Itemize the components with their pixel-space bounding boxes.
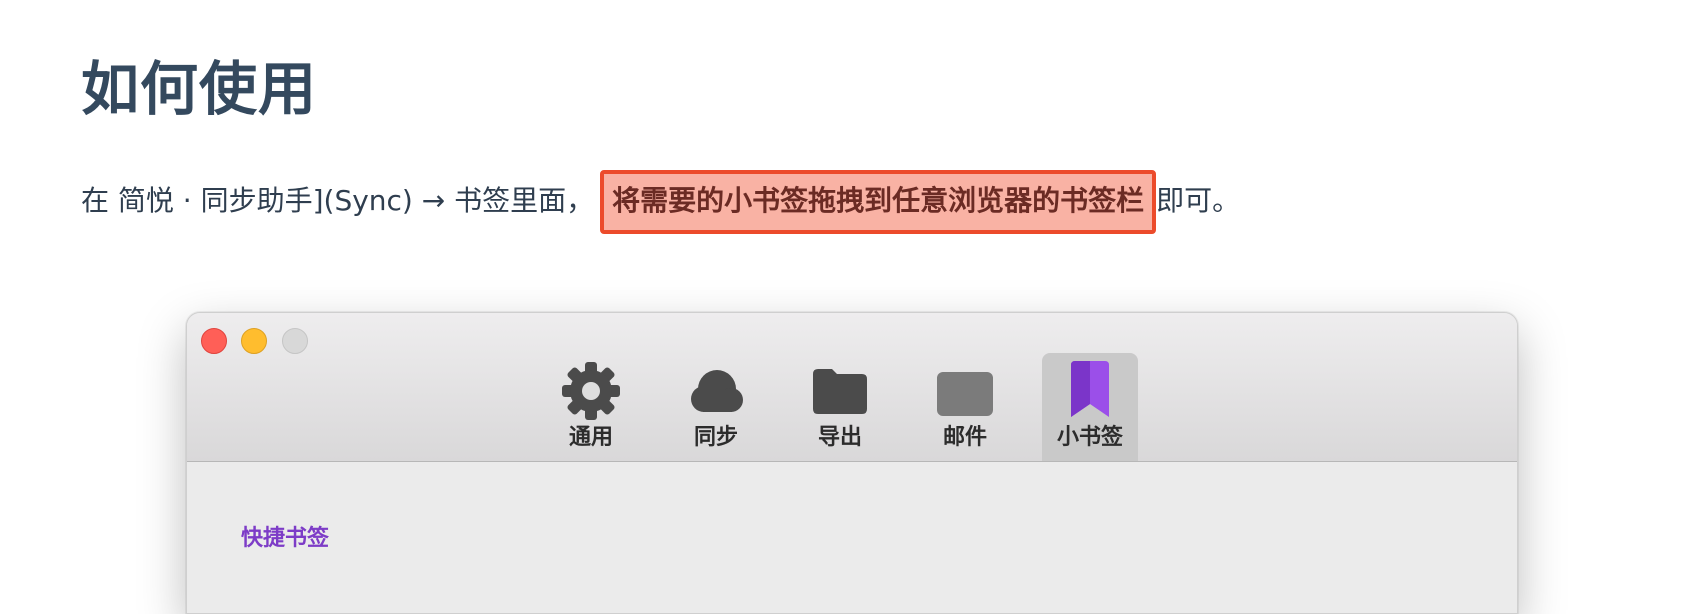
tab-bookmarklet[interactable]: 小书签 (1042, 353, 1138, 461)
tab-general-label: 通用 (568, 425, 613, 450)
minimize-window-button[interactable] (241, 328, 267, 354)
gear-icon (562, 362, 620, 420)
tab-mail-label: 邮件 (942, 425, 987, 450)
quick-bookmarks-label: 快捷书签 (241, 526, 330, 551)
instruction-suffix: 即可。 (1156, 184, 1241, 217)
bookmark-icon (1071, 361, 1109, 417)
preferences-toolbar: 通用 同步 导出 邮件 小书签 (187, 353, 1517, 461)
tab-sync-label: 同步 (693, 425, 738, 450)
preferences-content: 快捷书签 (187, 462, 1517, 613)
tab-export-label: 导出 (817, 425, 862, 450)
tab-export[interactable]: 导出 (792, 353, 888, 461)
tab-sync[interactable]: 同步 (668, 353, 764, 461)
instruction-paragraph: 在 简悦 · 同步助手](Sync) → 书签里面， 将需要的小书签拖拽到任意浏览… (81, 170, 1240, 234)
zoom-window-button[interactable] (282, 328, 308, 354)
instruction-prefix: 在 简悦 · 同步助手](Sync) → 书签里面， (81, 184, 595, 217)
preferences-window: 通用 同步 导出 邮件 小书签 快捷书签 (186, 312, 1518, 614)
folder-icon (813, 369, 867, 414)
cloud-icon (691, 370, 743, 412)
window-titlebar: 通用 同步 导出 邮件 小书签 (187, 313, 1517, 462)
highlighted-instruction: 将需要的小书签拖拽到任意浏览器的书签栏 (600, 170, 1157, 234)
tab-general[interactable]: 通用 (543, 353, 639, 461)
tab-bookmarklet-label: 小书签 (1056, 425, 1123, 450)
close-window-button[interactable] (201, 328, 227, 354)
page-title: 如何使用 (81, 55, 318, 123)
tab-mail[interactable]: 邮件 (917, 353, 1013, 461)
mail-icon (937, 372, 993, 416)
